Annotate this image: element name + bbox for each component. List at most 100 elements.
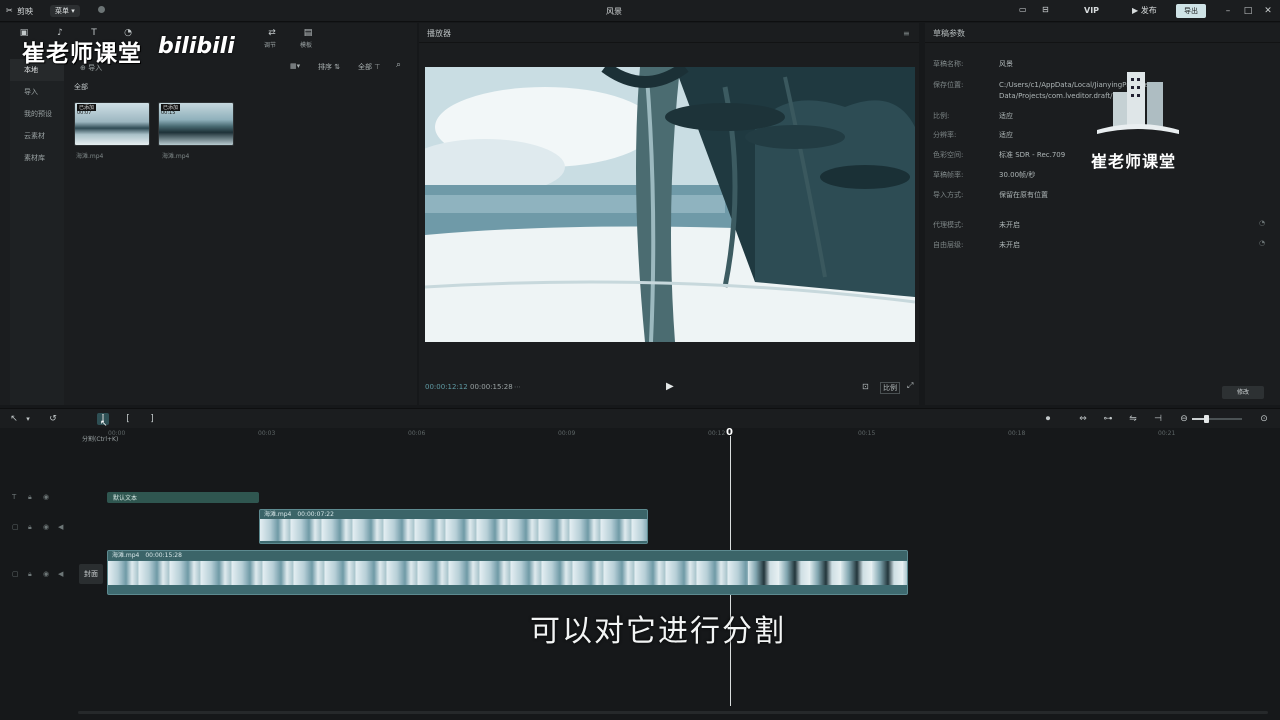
eye-icon[interactable]: ◉ — [43, 493, 49, 501]
nav-label: 云素材 — [24, 132, 45, 140]
player-menu-icon[interactable]: ≡ — [903, 29, 910, 38]
prop-row-layer: 自由层级: — [933, 240, 963, 252]
undo-icon[interactable]: ↺ — [47, 413, 59, 425]
properties-header: 草稿参数 — [925, 23, 1280, 43]
card-duration: 00:15 — [161, 110, 176, 116]
linkage-icon[interactable]: ⇋ — [1127, 413, 1139, 425]
building-logo-icon — [1097, 72, 1179, 134]
cover-button[interactable]: 封面 — [79, 564, 103, 584]
ruler-tick: 00:21 — [1158, 430, 1176, 437]
prop-key: 分辨率: — [933, 131, 957, 139]
trim-left-icon[interactable]: [ — [122, 413, 134, 425]
media-card[interactable]: 已添加 00:07 — [74, 102, 150, 146]
timecode-menu-icon[interactable]: ⋯ — [514, 383, 521, 391]
fullscreen-region-icon[interactable]: ⊡ — [862, 382, 869, 391]
timeline-ruler[interactable]: 00:00 00:03 00:06 00:09 00:12 00:15 00:1… — [64, 428, 1280, 440]
eye-icon[interactable]: ◉ — [43, 570, 49, 578]
nav-label: 导入 — [24, 88, 38, 96]
app-logo-icon: ✂ — [6, 6, 13, 15]
zoom-out-icon[interactable]: ⊖ — [1178, 413, 1190, 425]
zoom-slider[interactable] — [1192, 415, 1242, 423]
ruler-tick: 00:03 — [258, 430, 276, 437]
nav-item-cloud[interactable]: 云素材 — [10, 125, 64, 147]
main-track-icon: ▢ — [12, 570, 19, 578]
tab-template-label[interactable]: 模板 — [300, 40, 312, 49]
link-icon[interactable]: ⇔ — [1077, 413, 1089, 425]
vip-badge[interactable]: VIP — [1084, 6, 1099, 15]
view-toggle-icon[interactable]: ▦▾ — [290, 62, 300, 70]
maximize-icon[interactable]: □ — [1242, 5, 1254, 17]
sort-button[interactable]: 排序 ⇅ — [318, 62, 340, 72]
lock-icon[interactable]: 🔒︎ — [28, 570, 32, 579]
shortcut-icon[interactable]: ▭ — [1019, 5, 1027, 14]
trim-right-icon[interactable]: ] — [146, 413, 158, 425]
prop-value: 未开启 — [999, 241, 1020, 249]
tab-adjust-label[interactable]: 调节 — [264, 40, 276, 49]
player-controls: 00:00:12:12 00:00:15:28 ⋯ ▶ ⊡ 比例 ⤢ — [419, 376, 919, 398]
layout-icon[interactable]: ⊟ — [1042, 5, 1049, 14]
snap-icon[interactable]: ⊶ — [1102, 413, 1114, 425]
playhead-handle[interactable]: 0 — [726, 427, 733, 438]
minimize-icon[interactable]: – — [1222, 5, 1234, 17]
video-subtitle: 可以对它进行分割 — [530, 614, 786, 649]
modify-button[interactable]: 修改 — [1222, 386, 1264, 399]
close-icon[interactable]: ✕ — [1262, 5, 1274, 17]
prop-row-colorspace: 色彩空间: — [933, 150, 963, 162]
clip-name: 海滩.mp4 — [112, 552, 140, 559]
video-preview[interactable] — [425, 67, 915, 342]
layer-info-icon[interactable]: ◔ — [1259, 239, 1265, 247]
clip-header: 海滩.mp4 00:00:07:22 — [260, 510, 647, 519]
prop-row-import: 导入方式: — [933, 190, 963, 202]
nav-item-import[interactable]: 导入 — [10, 81, 64, 103]
select-dropdown-icon[interactable]: ▾ — [22, 413, 34, 425]
ratio-button[interactable]: 比例 — [880, 382, 900, 394]
export-button[interactable]: 导出 — [1176, 4, 1206, 18]
eye-icon[interactable]: ◉ — [43, 523, 49, 531]
media-card[interactable]: 已添加 00:15 — [158, 102, 234, 146]
select-tool-icon[interactable]: ↖ — [8, 413, 20, 425]
lock-icon[interactable]: 🔒︎ — [28, 523, 32, 532]
timeline-scrollbar[interactable] — [78, 711, 1268, 714]
expand-icon[interactable]: ⤢ — [907, 381, 913, 391]
tab-adjust-icon[interactable]: ⇄ — [266, 27, 278, 39]
clip-name: 海滩.mp4 — [264, 511, 292, 518]
prop-key: 比例: — [933, 112, 950, 120]
publish-label: 发布 — [1140, 6, 1157, 15]
text-clip-label: 默认文本 — [113, 495, 138, 502]
menu-button[interactable]: 菜单 ▾ — [50, 5, 80, 17]
prop-value: 30.00帧/秒 — [999, 171, 1036, 179]
prop-row-ratio: 比例: — [933, 111, 949, 123]
publish-button[interactable]: ▶ 发布 — [1132, 5, 1157, 16]
audio-icon[interactable]: ◀ — [58, 570, 63, 578]
card-duration: 00:07 — [77, 110, 92, 116]
microphone-icon[interactable]: ⏺ — [1042, 413, 1054, 425]
zoom-slider-handle[interactable] — [1204, 415, 1209, 423]
ruler-tick: 00:12 — [708, 430, 726, 437]
search-icon[interactable]: ⌕ — [396, 60, 401, 70]
ruler-tick: 00:09 — [558, 430, 576, 437]
clip-duration: 00:00:07:22 — [297, 511, 334, 518]
fit-icon[interactable]: ⊙ — [1258, 413, 1270, 425]
main-video-clip[interactable]: 海滩.mp4 00:00:15:28 — [107, 550, 908, 595]
player-header: 播放器 — [419, 23, 919, 43]
timeline-toolbar: ↖ ▾ ↺ ⫿ [ ] ⏺ ⇔ ⊶ ⇋ ⊣ ⊖ ⊙ — [0, 408, 1280, 428]
clip-filmstrip — [260, 519, 647, 541]
overlay-video-clip[interactable]: 海滩.mp4 00:00:07:22 — [259, 509, 648, 544]
lock-icon[interactable]: 🔒︎ — [28, 493, 32, 502]
prop-row-proxy: 代理模式: — [933, 220, 963, 232]
watermark-bilibili-logo: bilibili — [158, 34, 235, 59]
filter-button[interactable]: 全部 ⊤ — [358, 62, 380, 72]
project-title: 风景 — [606, 7, 622, 16]
watermark-logo-caption: 崔老师课堂 — [1091, 152, 1177, 171]
text-clip[interactable]: 默认文本 — [107, 492, 259, 503]
left-nav: 本地 导入 我的预设 云素材 素材库 — [10, 59, 64, 405]
proxy-info-icon[interactable]: ◔ — [1259, 219, 1265, 227]
preview-axis-icon[interactable]: ⊣ — [1152, 413, 1164, 425]
nav-item-library[interactable]: 素材库 — [10, 147, 64, 169]
audio-icon[interactable]: ◀ — [58, 523, 63, 531]
play-button[interactable]: ▶ — [666, 381, 674, 392]
tab-template-icon[interactable]: ▤ — [302, 27, 314, 39]
text-track-icon: T — [12, 493, 17, 501]
nav-item-presets[interactable]: 我的预设 — [10, 103, 64, 125]
nav-label: 素材库 — [24, 154, 45, 162]
